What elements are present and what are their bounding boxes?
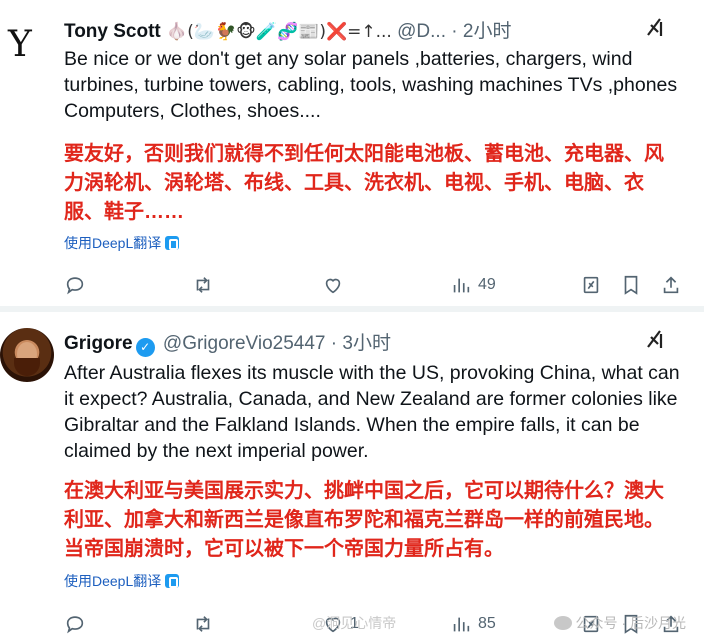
retweet-icon (196, 616, 210, 632)
tweet-grigore[interactable]: Grigore ✓ @GrigoreVio25447 · 3小时 After Au… (0, 312, 704, 643)
avatar[interactable]: Y (8, 26, 46, 64)
analytics-icon (453, 617, 470, 632)
wechat-watermark: 公众号 · 后沙月光 (553, 613, 686, 633)
watermark-text: 公众号 · 后沙月光 (575, 615, 686, 631)
views-count: 49 (478, 276, 496, 293)
tweet-tony-scott[interactable]: Y Tony Scott 🧄(🦢🐓🐵🧪🧬📰)❌=↑... @D... · 2小时… (0, 0, 704, 306)
grok-analyze-button[interactable] (580, 271, 602, 299)
bookmark-icon (624, 275, 638, 295)
tweet-translation: 要友好，否则我们就得不到任何太阳能电池板、蓄电池、充电器、风力涡轮机、涡轮塔、布… (64, 143, 664, 223)
retweet-icon (196, 277, 210, 293)
bookmark-button[interactable] (620, 271, 642, 299)
author-name[interactable]: Grigore (64, 333, 133, 354)
grok-icon[interactable] (644, 16, 666, 38)
author-name-emojis: 🧄(🦢🐓🐵🧪🧬📰)❌=↑... (166, 22, 392, 42)
views-button[interactable]: 49 (450, 271, 496, 299)
reply-button[interactable] (64, 271, 86, 299)
timestamp[interactable]: 2小时 (463, 21, 512, 42)
timestamp[interactable]: 3小时 (342, 333, 391, 354)
action-bar: 49 (64, 271, 684, 299)
author-name[interactable]: Tony Scott (64, 21, 161, 42)
translate-label: 使用DeepL翻译 (64, 573, 162, 589)
tweet-text: After Australia flexes its muscle with t… (64, 362, 680, 462)
views-count: 85 (478, 615, 496, 632)
deepl-icon (165, 574, 180, 588)
grok-box-icon (583, 276, 599, 294)
grok-icon[interactable] (644, 328, 666, 350)
tweet-text: Be nice or we don't get any solar panels… (64, 48, 678, 122)
separator-dot: · (451, 21, 458, 42)
verified-badge-icon: ✓ (135, 338, 155, 357)
translate-link[interactable]: 使用DeepL翻译 (64, 571, 180, 591)
analytics-icon (453, 278, 470, 293)
share-button[interactable] (660, 271, 682, 299)
separator-dot: · (330, 333, 338, 354)
heart-icon (325, 278, 341, 294)
retweet-button[interactable] (192, 271, 214, 299)
reply-icon (66, 616, 84, 634)
author-handle[interactable]: @D... (397, 21, 446, 42)
views-button[interactable]: 85 (450, 610, 496, 638)
weibo-watermark: @洞见心情帝 (312, 615, 397, 631)
translate-link[interactable]: 使用DeepL翻译 (64, 233, 180, 253)
share-icon (663, 276, 679, 294)
tweet-translation: 在澳大利亚与美国展示实力、挑衅中国之后，它可以期待什么？澳大利亚、加拿大和新西兰… (64, 480, 664, 560)
avatar[interactable] (0, 328, 54, 382)
retweet-button[interactable] (192, 610, 214, 638)
reply-button[interactable] (64, 610, 86, 638)
tweet-header: Tony Scott 🧄(🦢🐓🐵🧪🧬📰)❌=↑... @D... · 2小时 (64, 16, 511, 44)
translate-label: 使用DeepL翻译 (64, 235, 162, 251)
deepl-icon (165, 236, 180, 250)
wechat-icon (553, 616, 572, 630)
like-button[interactable] (322, 271, 344, 299)
tweet-header: Grigore ✓ @GrigoreVio25447 · 3小时 (64, 328, 391, 357)
reply-icon (66, 277, 84, 295)
author-handle[interactable]: @GrigoreVio25447 (163, 333, 326, 354)
